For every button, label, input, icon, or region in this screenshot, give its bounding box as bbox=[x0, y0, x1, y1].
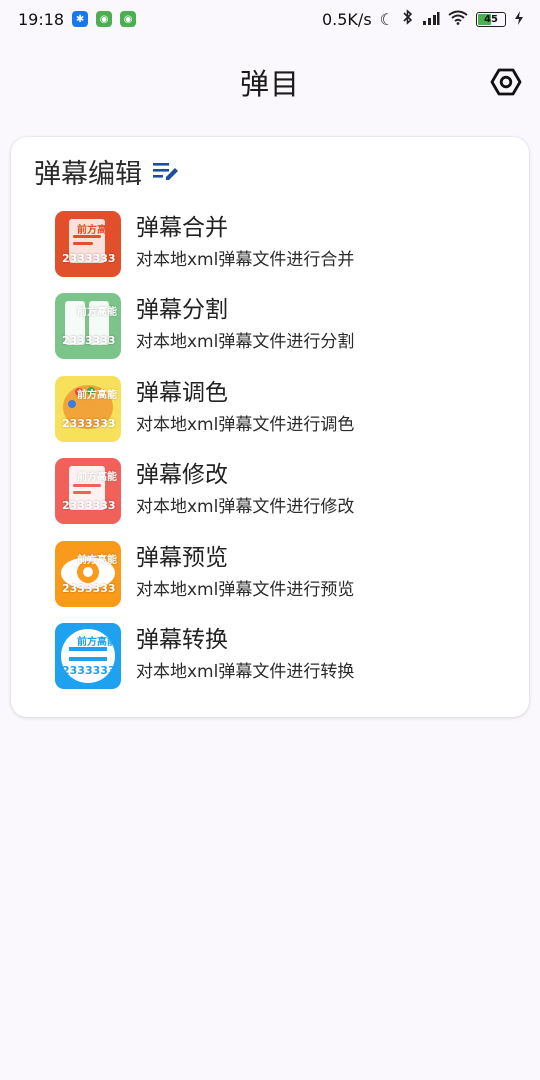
icon-top-label: 前方高能 bbox=[77, 225, 117, 236]
charging-icon bbox=[514, 10, 524, 29]
icon-top-label: 前方高能 bbox=[77, 636, 117, 648]
dnd-moon-icon: ☾ bbox=[379, 9, 394, 29]
item-text: 弹幕调色 对本地xml弹幕文件进行调色 bbox=[136, 376, 354, 436]
item-text: 弹幕修改 对本地xml弹幕文件进行修改 bbox=[136, 458, 354, 518]
item-subtitle: 对本地xml弹幕文件进行转换 bbox=[136, 661, 355, 682]
android-notification-icon: ◉ bbox=[96, 11, 113, 27]
icon-bottom-label: 2333333 bbox=[62, 663, 116, 677]
item-text: 弹幕预览 对本地xml弹幕文件进行预览 bbox=[136, 541, 354, 601]
status-left: 19:18 ✱ ◉ ◉ bbox=[18, 9, 137, 29]
icon-bottom-label: 2333333 bbox=[62, 499, 116, 513]
battery-icon: 45 bbox=[476, 11, 506, 27]
item-title: 弹幕修改 bbox=[136, 462, 228, 489]
color-danmaku-icon: 前方高能 2333333 bbox=[55, 375, 121, 442]
icon-top-label: 前方高能 bbox=[77, 554, 117, 566]
item-text: 弹幕合并 对本地xml弹幕文件进行合并 bbox=[136, 211, 354, 271]
danmaku-edit-card: 弹幕编辑 前方高能 2333333 弹幕合并 对本地xml弹幕文件进行合并 前方… bbox=[11, 137, 529, 717]
item-title: 弹幕转换 bbox=[136, 626, 228, 653]
item-subtitle: 对本地xml弹幕文件进行预览 bbox=[136, 579, 355, 600]
item-title: 弹幕预览 bbox=[136, 544, 228, 571]
item-subtitle: 对本地xml弹幕文件进行修改 bbox=[136, 497, 355, 518]
section-header: 弹幕编辑 bbox=[34, 151, 180, 191]
item-subtitle: 对本地xml弹幕文件进行调色 bbox=[136, 414, 355, 435]
icon-bottom-label: 2333333 bbox=[62, 252, 116, 265]
tool-list: 前方高能 2333333 弹幕合并 对本地xml弹幕文件进行合并 前方高能 23… bbox=[55, 211, 515, 705]
icon-bottom-label: 2333333 bbox=[62, 581, 116, 595]
icon-top-label: 前方高能 bbox=[77, 389, 117, 401]
item-text: 弹幕分割 对本地xml弹幕文件进行分割 bbox=[136, 293, 354, 353]
item-subtitle: 对本地xml弹幕文件进行合并 bbox=[136, 250, 355, 270]
settings-button[interactable] bbox=[488, 64, 524, 100]
section-title: 弹幕编辑 bbox=[34, 158, 142, 190]
list-item-modify[interactable]: 前方高能 2333333 弹幕修改 对本地xml弹幕文件进行修改 bbox=[55, 458, 515, 540]
bluetooth-icon bbox=[402, 9, 414, 29]
split-danmaku-icon: 前方高能 2333333 bbox=[55, 293, 121, 360]
item-title: 弹幕分割 bbox=[136, 297, 228, 324]
merge-danmaku-icon: 前方高能 2333333 bbox=[55, 211, 121, 277]
page-title: 弹目 bbox=[239, 67, 300, 101]
list-item-split[interactable]: 前方高能 2333333 弹幕分割 对本地xml弹幕文件进行分割 bbox=[55, 293, 515, 375]
status-time: 19:18 bbox=[18, 9, 65, 29]
network-speed: 0.5K/s bbox=[321, 9, 372, 29]
android-notification-icon-2: ◉ bbox=[120, 11, 137, 27]
app-notification-icon: ✱ bbox=[72, 11, 89, 27]
wifi-icon bbox=[448, 10, 468, 29]
item-subtitle: 对本地xml弹幕文件进行分割 bbox=[136, 332, 355, 353]
item-text: 弹幕转换 对本地xml弹幕文件进行转换 bbox=[136, 623, 354, 683]
list-item-merge[interactable]: 前方高能 2333333 弹幕合并 对本地xml弹幕文件进行合并 bbox=[55, 211, 515, 293]
item-title: 弹幕合并 bbox=[136, 215, 228, 241]
status-right: 0.5K/s ☾ 45 bbox=[322, 9, 524, 29]
signal-icon bbox=[422, 10, 440, 29]
item-title: 弹幕调色 bbox=[136, 379, 228, 406]
app-bar: 弹目 bbox=[0, 50, 540, 114]
battery-level: 45 bbox=[484, 13, 498, 25]
list-item-convert[interactable]: 前方高能 2333333 弹幕转换 对本地xml弹幕文件进行转换 bbox=[55, 622, 515, 705]
list-item-color[interactable]: 前方高能 2333333 弹幕调色 对本地xml弹幕文件进行调色 bbox=[55, 375, 515, 458]
icon-top-label: 前方高能 bbox=[77, 307, 117, 319]
icon-top-label: 前方高能 bbox=[77, 472, 117, 484]
status-bar: 19:18 ✱ ◉ ◉ 0.5K/s ☾ 45 bbox=[0, 0, 540, 38]
preview-danmaku-icon: 前方高能 2333333 bbox=[55, 540, 121, 607]
convert-danmaku-icon: 前方高能 2333333 bbox=[55, 622, 121, 689]
list-item-preview[interactable]: 前方高能 2333333 弹幕预览 对本地xml弹幕文件进行预览 bbox=[55, 540, 515, 623]
settings-hexagon-icon bbox=[490, 68, 522, 96]
edit-list-icon bbox=[153, 163, 178, 180]
icon-bottom-label: 2333333 bbox=[62, 416, 116, 430]
icon-bottom-label: 2333333 bbox=[62, 334, 116, 348]
edit-danmaku-icon: 前方高能 2333333 bbox=[55, 458, 121, 525]
